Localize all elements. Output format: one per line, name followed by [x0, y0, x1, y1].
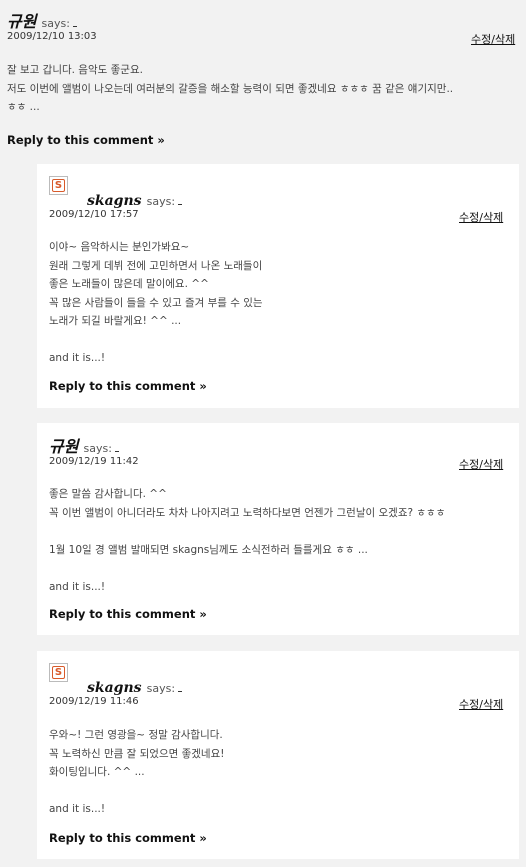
comment-line: 꼭 노력하신 만큼 잘 되었으면 좋겠네요! [49, 747, 225, 760]
avatar-s-icon: S [52, 666, 65, 679]
comment-header: 규원 says: [49, 433, 119, 457]
avatar: S [49, 663, 68, 682]
avatar-s-icon: S [52, 179, 65, 192]
comment-author[interactable]: skagns [87, 680, 142, 696]
comment-date: 2009/12/19 11:42 [49, 456, 139, 467]
comment-line: 1월 10일 경 앨범 발매되면 skagns님께도 소식전하러 들를게요 ㅎㅎ… [49, 543, 368, 556]
comment-header: skagns says: [87, 677, 183, 696]
reply-card: S skagns says: 2009/12/19 11:46 수정/삭제 우와… [37, 651, 519, 859]
caret [178, 194, 183, 205]
comment-body: 우와~! 그런 영광을~ 정말 감사합니다. 꼭 노력하신 만큼 잘 되었으면 … [49, 726, 224, 819]
reply-link[interactable]: Reply to this comment » [49, 831, 207, 845]
comment-line: 좋은 노래들이 많은데 말이에요. ^^ [49, 278, 209, 290]
comment-line: 좋은 말씀 감사합니다. ^^ [49, 488, 167, 500]
comment-line: 꼭 많은 사람들이 들을 수 있고 즐겨 부를 수 있는 [49, 296, 263, 309]
comment-line: and it is...! [49, 803, 106, 815]
comment-line: 원래 그렇게 데뷔 전에 고민하면서 나온 노래들이 [49, 259, 263, 272]
comment-author[interactable]: 규원 [49, 437, 78, 456]
caret [72, 16, 77, 27]
comment-body: 잘 보고 갑니다. 음악도 좋군요. 저도 이번에 앨범이 나오는데 여러분의 … [7, 61, 453, 117]
comment-line: and it is...! [49, 580, 106, 593]
comment-date: 2009/12/19 11:46 [49, 696, 139, 707]
comment-line: 우와~! 그런 영광을~ 정말 감사합니다. [49, 729, 223, 741]
reply-card: 규원 says: 2009/12/19 11:42 수정/삭제 좋은 말씀 감사… [37, 423, 519, 635]
comment-date: 2009/12/10 13:03 [7, 31, 97, 42]
caret [114, 441, 119, 452]
says-label: says: [41, 17, 70, 30]
edit-delete-link[interactable]: 수정/삭제 [459, 456, 503, 472]
edit-delete-link[interactable]: 수정/삭제 [459, 696, 503, 712]
avatar: S [49, 176, 68, 195]
edit-delete-link[interactable]: 수정/삭제 [459, 209, 503, 225]
comment-line: and it is...! [49, 352, 106, 364]
comment-line: 노래가 되길 바랄게요! ^^ ... [49, 315, 182, 327]
says-label: says: [146, 682, 176, 695]
reply-link[interactable]: Reply to this comment » [49, 607, 207, 621]
comment-line: 잘 보고 갑니다. 음악도 좋군요. [7, 64, 143, 76]
comment-line: ㅎㅎ ... [7, 101, 40, 113]
reply-link[interactable]: Reply to this comment » [7, 133, 165, 147]
reply-card: S skagns says: 2009/12/10 17:57 수정/삭제 이야… [37, 164, 519, 408]
comment-header: 규원 says: [7, 8, 77, 32]
comment-author[interactable]: 규원 [7, 12, 36, 31]
comment-line: 이야~ 음악하시는 분인가봐요~ [49, 241, 190, 253]
says-label: says: [83, 442, 112, 455]
reply-link[interactable]: Reply to this comment » [49, 379, 207, 393]
comment-body: 이야~ 음악하시는 분인가봐요~ 원래 그렇게 데뷔 전에 고민하면서 나온 노… [49, 238, 263, 368]
edit-delete-link[interactable]: 수정/삭제 [471, 31, 515, 47]
comment-line: 꼭 이번 앨범이 아니더라도 차차 나아지려고 노력하다보면 언젠가 그런날이 … [49, 506, 446, 519]
comment-date: 2009/12/10 17:57 [49, 209, 139, 220]
comment-header: skagns says: [87, 190, 183, 209]
comment-body: 좋은 말씀 감사합니다. ^^ 꼭 이번 앨범이 아니더라도 차차 나아지려고 … [49, 485, 445, 596]
caret [178, 681, 183, 692]
comment-line: 화이팅입니다. ^^ ... [49, 766, 145, 778]
says-label: says: [146, 195, 176, 208]
comment-line: 저도 이번에 앨범이 나오는데 여러분의 갈증을 해소할 능력이 되면 좋겠네요… [7, 82, 454, 95]
comment-author[interactable]: skagns [87, 193, 142, 209]
